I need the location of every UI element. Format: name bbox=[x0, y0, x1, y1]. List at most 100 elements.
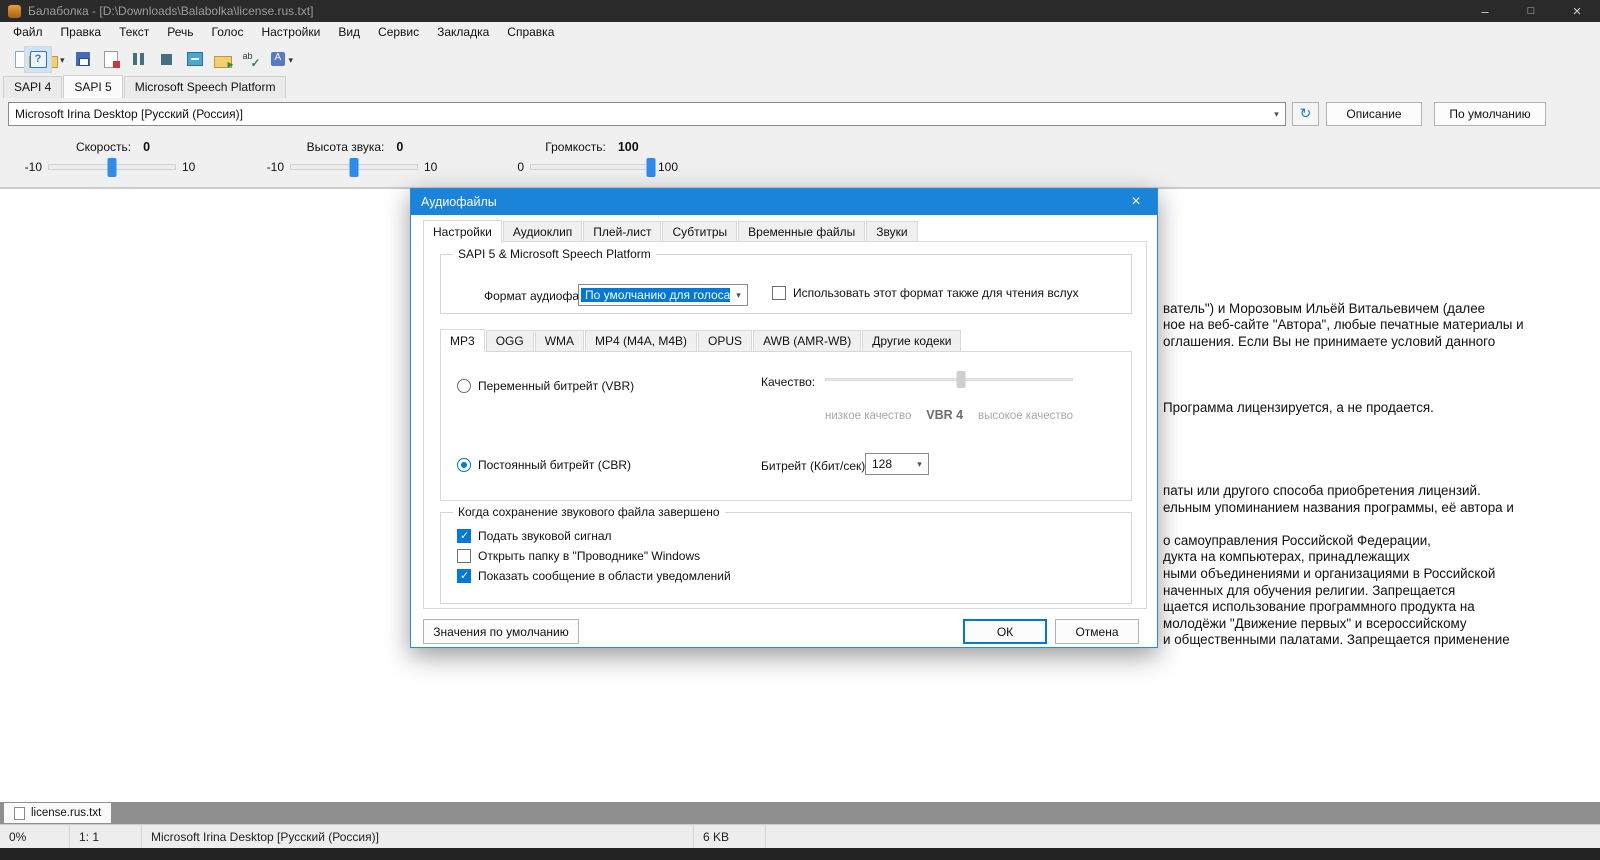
bitrate-select[interactable]: 128 bbox=[865, 453, 929, 475]
finish-option[interactable]: Показать сообщение в области уведомлений bbox=[457, 566, 1131, 586]
document-line: Республики Куба, Республики Никарагуа, С… bbox=[0, 682, 1600, 699]
document-line: программного продукта российскими средст… bbox=[0, 649, 1600, 666]
dialog-tab[interactable]: Плей-лист bbox=[583, 221, 661, 243]
defaults-button[interactable]: Значения по умолчанию bbox=[423, 619, 579, 644]
language-button[interactable] bbox=[265, 46, 298, 73]
refresh-icon bbox=[1300, 105, 1312, 123]
codec-tab[interactable]: OPUS bbox=[698, 330, 752, 352]
slider-track[interactable] bbox=[530, 164, 652, 170]
document-icon bbox=[14, 807, 25, 820]
chevron-down-icon bbox=[1268, 103, 1285, 125]
cbr-option[interactable]: Постоянный битрейт (CBR) bbox=[457, 458, 631, 472]
maximize-button[interactable] bbox=[1508, 0, 1554, 22]
audio-format-select[interactable]: По умолчанию для голоса bbox=[578, 284, 748, 306]
menu-item[interactable]: Закладка bbox=[428, 23, 498, 41]
refresh-voices-button[interactable] bbox=[1292, 102, 1319, 126]
voice-select[interactable]: Microsoft Irina Desktop [Русский (Россия… bbox=[8, 102, 1286, 126]
radio-icon bbox=[457, 379, 471, 393]
slider-track[interactable] bbox=[290, 164, 418, 170]
slider-min: -10 bbox=[256, 160, 284, 174]
codec-tab[interactable]: MP4 (M4A, M4B) bbox=[585, 330, 697, 352]
slider-track[interactable] bbox=[48, 164, 176, 170]
text-extract-button[interactable] bbox=[181, 46, 209, 73]
quality-slider-track bbox=[825, 378, 1073, 381]
quality-slider-thumb[interactable] bbox=[957, 371, 966, 388]
voice-row: Microsoft Irina Desktop [Русский (Россия… bbox=[0, 98, 1600, 130]
window-edge bbox=[0, 848, 1600, 860]
quality-slider[interactable] bbox=[825, 370, 1073, 389]
document-line: организаций, а также членов их семей. За… bbox=[0, 666, 1600, 683]
menu-item[interactable]: Текст bbox=[110, 23, 158, 41]
document-line: техническую поддержку программных продук… bbox=[0, 765, 1600, 782]
slider-thumb[interactable] bbox=[647, 158, 656, 177]
slider-thumb[interactable] bbox=[350, 158, 359, 177]
dialog-title-bar[interactable]: Аудиофайлы bbox=[411, 189, 1157, 215]
checkbox-icon bbox=[457, 569, 471, 583]
codec-tab[interactable]: MP3 bbox=[440, 329, 485, 352]
codec-tab[interactable]: WMA bbox=[535, 330, 584, 352]
document-tab[interactable]: license.rus.txt bbox=[4, 803, 111, 823]
voice-description-button[interactable]: Описание bbox=[1326, 102, 1422, 126]
ok-button[interactable]: ОК bbox=[963, 619, 1047, 644]
slider-max: 10 bbox=[182, 160, 212, 174]
export-text-button[interactable] bbox=[97, 46, 125, 73]
dialog-tab[interactable]: Настройки bbox=[423, 220, 502, 243]
spellcheck-icon bbox=[242, 50, 260, 68]
bitrate-label: Битрейт (Кбит/сек): bbox=[761, 459, 869, 473]
vbr-option[interactable]: Переменный битрейт (VBR) bbox=[457, 379, 634, 393]
document-tab-strip: license.rus.txt bbox=[0, 802, 1600, 824]
engine-tab-strip: SAPI 4 SAPI 5 Microsoft Speech Platform bbox=[0, 76, 1600, 98]
voice-default-button[interactable]: По умолчанию bbox=[1434, 102, 1546, 126]
engine-tab[interactable]: SAPI 5 bbox=[63, 75, 122, 98]
engine-tab[interactable]: SAPI 4 bbox=[3, 76, 62, 98]
mp3-panel: Переменный битрейт (VBR) Качество: низко… bbox=[440, 351, 1132, 501]
quality-value: VBR 4 bbox=[926, 408, 963, 422]
radio-checked-icon bbox=[457, 458, 471, 472]
language-icon bbox=[269, 50, 287, 68]
finish-option[interactable]: Подать звуковой сигнал bbox=[457, 526, 1131, 546]
menu-item[interactable]: Справка bbox=[498, 23, 563, 41]
menu-item[interactable]: Речь bbox=[158, 23, 202, 41]
cancel-button[interactable]: Отмена bbox=[1055, 619, 1139, 644]
slider-thumb[interactable] bbox=[108, 158, 117, 177]
split-audio-button[interactable] bbox=[209, 46, 237, 73]
status-empty bbox=[766, 825, 1600, 848]
menu-item[interactable]: Настройки bbox=[252, 23, 329, 41]
quality-high-label: высокое качество bbox=[978, 410, 1073, 422]
menu-item[interactable]: Вид bbox=[329, 23, 369, 41]
dialog-tab[interactable]: Временные файлы bbox=[738, 221, 865, 243]
slider-label: Скорость: bbox=[76, 140, 131, 154]
use-format-for-reading-option[interactable]: Использовать этот формат также для чтени… bbox=[772, 286, 1079, 300]
dialog-tab[interactable]: Аудиоклип bbox=[503, 221, 582, 243]
app-icon bbox=[8, 5, 21, 18]
stop-button[interactable] bbox=[153, 46, 181, 73]
close-button[interactable] bbox=[1554, 0, 1600, 22]
menu-item[interactable]: Правка bbox=[52, 23, 111, 41]
slider-max: 10 bbox=[424, 160, 454, 174]
menu-item[interactable]: Голос bbox=[203, 23, 253, 41]
codec-tab[interactable]: AWB (AMR-WB) bbox=[753, 330, 861, 352]
sapi-format-group: SAPI 5 & Microsoft Speech Platform bbox=[440, 254, 1132, 314]
window-title: Балаболка - [D:\Downloads\Balabolka\lice… bbox=[28, 4, 313, 18]
finish-actions-group: Когда сохранение звукового файла заверше… bbox=[440, 512, 1132, 604]
codec-tab[interactable]: Другие кодеки bbox=[862, 330, 961, 352]
menu-bar: Файл Правка Текст Речь Голос Настройки В… bbox=[0, 22, 1600, 42]
dialog-tab[interactable]: Субтитры bbox=[662, 221, 737, 243]
quality-label: Качество: bbox=[761, 375, 815, 389]
engine-tab[interactable]: Microsoft Speech Platform bbox=[124, 76, 287, 98]
help-icon bbox=[29, 50, 47, 68]
slider-max: 100 bbox=[658, 160, 688, 174]
pause-button[interactable] bbox=[125, 46, 153, 73]
dialog-close-button[interactable] bbox=[1115, 189, 1157, 215]
dialog-title: Аудиофайлы bbox=[421, 195, 497, 209]
dialog-tab-strip: Настройки Аудиоклип Плей-лист Субтитры В… bbox=[423, 220, 919, 242]
menu-item[interactable]: Сервис bbox=[369, 23, 428, 41]
finish-option[interactable]: Открыть папку в "Проводнике" Windows bbox=[457, 546, 1131, 566]
codec-tab[interactable]: OGG bbox=[486, 330, 534, 352]
spellcheck-button[interactable] bbox=[237, 46, 265, 73]
save-text-button[interactable] bbox=[69, 46, 97, 73]
dialog-tab[interactable]: Звуки bbox=[866, 221, 917, 243]
minimize-button[interactable] bbox=[1462, 0, 1508, 22]
menu-item[interactable]: Файл bbox=[4, 23, 52, 41]
help-button[interactable] bbox=[24, 46, 52, 73]
